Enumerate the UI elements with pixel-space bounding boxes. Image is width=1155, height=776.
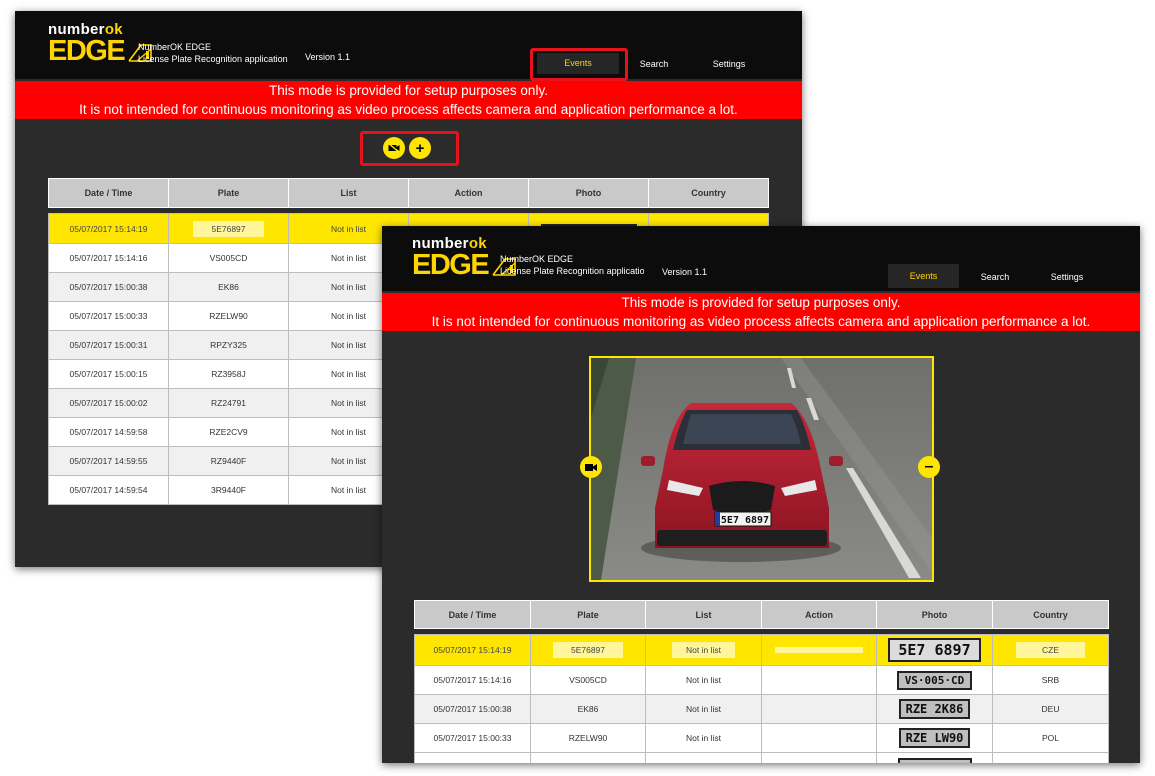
plus-icon: + [415, 139, 425, 157]
cell-datetime: 05/07/2017 15:14:16 [48, 243, 169, 273]
col-photo[interactable]: Photo [528, 178, 649, 208]
header: numberok EDGE NumberOK EDGE License Plat… [382, 226, 1140, 291]
col-plate[interactable]: Plate [530, 600, 646, 629]
camera-off-icon [388, 143, 400, 153]
col-datetime[interactable]: Date / Time [414, 600, 531, 629]
cell-datetime: 05/07/2017 14:59:58 [48, 417, 169, 447]
cell-datetime: 05/07/2017 15:14:16 [414, 665, 531, 695]
cell-datetime: 05/07/2017 15:00:15 [48, 359, 169, 389]
table-row[interactable]: 05/07/2017 15:00:38 EK86 Not in list RZE… [414, 694, 1109, 724]
cell-country: CZE [1016, 642, 1085, 658]
col-list[interactable]: List [288, 178, 409, 208]
minus-icon: – [924, 458, 934, 475]
app-window-front: numberok EDGE NumberOK EDGE License Plat… [382, 226, 1140, 763]
plate-photo[interactable]: VS·005·CD [896, 670, 973, 690]
version-label: Version 1.1 [305, 52, 351, 62]
add-button[interactable]: + [409, 137, 431, 159]
plate-photo[interactable]: 5E7 6897 [888, 638, 981, 662]
cell-datetime: 05/07/2017 15:14:19 [414, 634, 531, 666]
video-camera-icon [585, 463, 597, 471]
cell-plate: VS005CD [168, 243, 289, 273]
cell-list: Not in list [672, 642, 735, 658]
table-row[interactable] [414, 752, 1109, 763]
cell-plate: 5E76897 [552, 642, 624, 658]
cell-plate: RZ9440F [168, 446, 289, 476]
tab-settings[interactable]: Settings [1031, 264, 1103, 291]
cell-datetime: 05/07/2017 14:59:54 [48, 475, 169, 505]
cell-datetime: 05/07/2017 15:00:02 [48, 388, 169, 418]
cell-plate: RZ3958J [168, 359, 289, 389]
col-action[interactable]: Action [408, 178, 529, 208]
cell-plate: RZELW90 [168, 301, 289, 331]
cell-datetime: 05/07/2017 14:59:55 [48, 446, 169, 476]
col-datetime[interactable]: Date / Time [48, 178, 169, 208]
plate-photo[interactable]: RZE LW90 [898, 728, 971, 748]
header: numberok EDGE NumberOK EDGE License Plat… [15, 11, 802, 81]
cell-datetime: 05/07/2017 15:00:38 [48, 272, 169, 302]
table-header-row: Date / Time Plate List Action Photo Coun… [414, 600, 1109, 629]
tab-settings[interactable]: Settings [689, 53, 769, 76]
col-plate[interactable]: Plate [168, 178, 289, 208]
cell-country: DEU [992, 694, 1109, 724]
col-photo[interactable]: Photo [876, 600, 993, 629]
cell-list: Not in list [645, 694, 762, 724]
setup-warning-banner: This mode is provided for setup purposes… [15, 81, 802, 119]
camera-frame-image: 5E7 6897 [591, 358, 932, 580]
setup-warning-banner: This mode is provided for setup purposes… [382, 293, 1140, 331]
col-action[interactable]: Action [761, 600, 877, 629]
cell-list: Not in list [645, 723, 762, 753]
cell-plate: 3R9440F [168, 475, 289, 505]
cell-plate: VS005CD [530, 665, 646, 695]
cell-datetime: 05/07/2017 15:00:31 [48, 330, 169, 360]
remove-button[interactable]: – [918, 456, 940, 478]
tab-events[interactable]: Events [888, 264, 959, 288]
table-header-row: Date / Time Plate List Action Photo Coun… [48, 178, 769, 208]
tab-search[interactable]: Search [959, 264, 1031, 291]
video-controls-highlight-box: + [360, 131, 459, 166]
plate-photo[interactable] [897, 758, 972, 763]
table-row[interactable]: 05/07/2017 15:00:33 RZELW90 Not in list … [414, 723, 1109, 753]
cell-datetime: 05/07/2017 15:00:33 [414, 723, 531, 753]
cell-country: SRB [992, 665, 1109, 695]
app-title: NumberOK EDGE License Plate Recognition … [138, 42, 288, 64]
main-nav: Events Search Settings [888, 264, 1103, 291]
events-highlight-box [530, 48, 628, 81]
cell-plate: RZELW90 [530, 723, 646, 753]
cell-plate: EK86 [530, 694, 646, 724]
cell-list: Not in list [645, 665, 762, 695]
table-row[interactable]: 05/07/2017 15:14:16 VS005CD Not in list … [414, 665, 1109, 695]
cell-plate: 5E76897 [193, 220, 264, 237]
camera-off-button[interactable] [383, 137, 405, 159]
camera-toggle-button[interactable] [580, 456, 602, 478]
events-table: Date / Time Plate List Action Photo Coun… [414, 600, 1109, 763]
tab-search[interactable]: Search [619, 53, 689, 76]
cell-plate: RZE2CV9 [168, 417, 289, 447]
cell-country: POL [992, 723, 1109, 753]
cell-datetime: 05/07/2017 15:14:19 [48, 213, 169, 244]
app-title: NumberOK EDGE License Plate Recognition … [500, 254, 644, 276]
cell-plate: EK86 [168, 272, 289, 302]
live-video-view[interactable]: 5E7 6897 [589, 356, 934, 582]
version-label: Version 1.1 [662, 267, 708, 277]
plate-photo[interactable]: RZE 2K86 [898, 699, 971, 719]
camera-plate-text: 5E7 6897 [721, 515, 769, 526]
col-list[interactable]: List [645, 600, 762, 629]
col-country[interactable]: Country [648, 178, 769, 208]
cell-datetime: 05/07/2017 15:00:33 [48, 301, 169, 331]
table-row[interactable]: 05/07/2017 15:14:19 5E76897 Not in list … [414, 634, 1109, 666]
cell-datetime: 05/07/2017 15:00:38 [414, 694, 531, 724]
cell-plate: RPZY325 [168, 330, 289, 360]
cell-plate: RZ24791 [168, 388, 289, 418]
col-country[interactable]: Country [992, 600, 1109, 629]
